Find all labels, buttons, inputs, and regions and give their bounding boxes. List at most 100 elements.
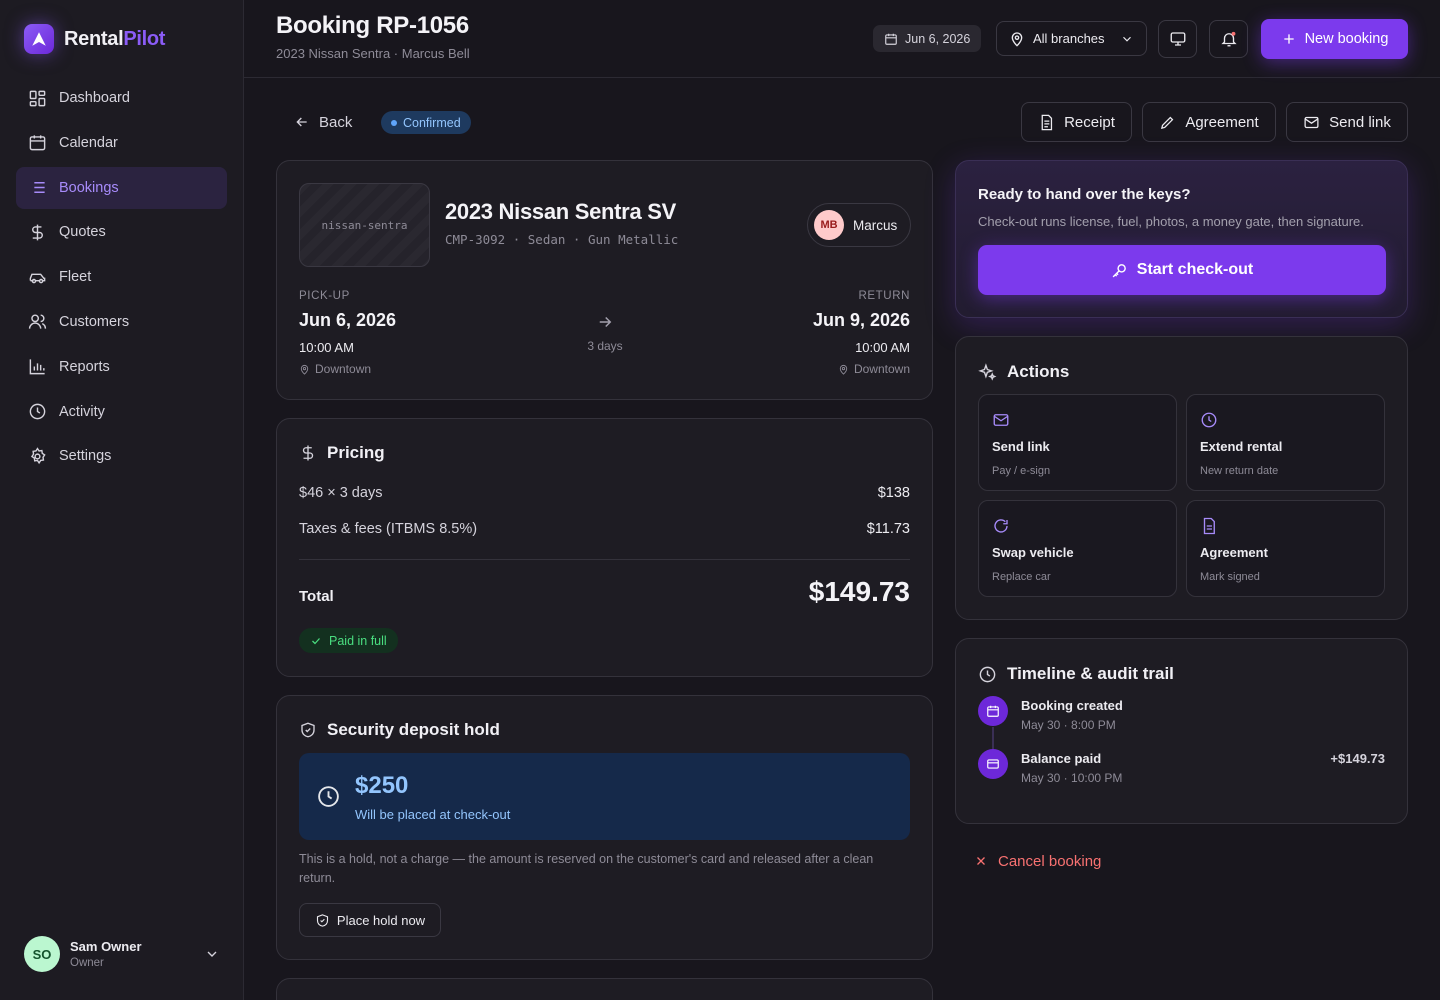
branch-select[interactable]: All branches xyxy=(996,21,1147,56)
date-pill-label: Jun 6, 2026 xyxy=(905,31,971,46)
avatar: MB xyxy=(814,210,844,240)
customer-chip[interactable]: MB Marcus xyxy=(807,203,911,247)
monitor-icon xyxy=(1169,30,1187,48)
sidebar-item-label: Customers xyxy=(59,313,130,330)
receipt-icon xyxy=(1038,114,1055,131)
sparkles-icon xyxy=(978,362,997,382)
receipt-button[interactable]: Receipt xyxy=(1021,102,1132,142)
action-swap-vehicle[interactable]: Swap vehicle Replace car xyxy=(978,500,1177,597)
chevron-down-icon[interactable] xyxy=(204,946,220,962)
back-button[interactable]: Back xyxy=(294,111,352,133)
brand[interactable]: RentalPilot xyxy=(24,24,165,54)
duration-label: 3 days xyxy=(587,339,623,353)
sidebar-item-reports[interactable]: Reports xyxy=(16,346,227,388)
total-value: $149.73 xyxy=(808,576,910,607)
customer-name: Marcus xyxy=(853,217,898,233)
deposit-header: Security deposit hold xyxy=(299,720,500,740)
timeline-event-amount: +$149.73 xyxy=(1330,751,1385,766)
send-link-button[interactable]: Send link xyxy=(1286,102,1408,142)
sidebar-item-activity[interactable]: Activity xyxy=(16,391,227,433)
timeline-connector xyxy=(992,727,994,749)
receipt-label: Receipt xyxy=(1064,113,1115,131)
sidebar-item-bookings[interactable]: Bookings xyxy=(16,166,227,209)
display-button[interactable] xyxy=(1158,20,1197,58)
agreement-button[interactable]: Agreement xyxy=(1142,102,1276,142)
sidebar-item-label: Bookings xyxy=(59,179,119,196)
dollar-icon xyxy=(28,223,47,242)
actions-header: Actions xyxy=(978,362,1069,382)
grid-icon xyxy=(28,89,47,108)
bell-icon xyxy=(1220,30,1238,48)
calendar-icon xyxy=(884,32,898,46)
sidebar-item-settings[interactable]: Settings xyxy=(16,435,227,477)
checkout-subtitle: Check-out runs license, fuel, photos, a … xyxy=(978,214,1364,229)
deposit-note: This is a hold, not a charge — the amoun… xyxy=(299,852,874,885)
chevron-down-icon xyxy=(1120,32,1134,46)
cancel-booking-button[interactable]: Cancel booking xyxy=(974,851,1101,871)
user-menu[interactable]: SO Sam Owner Owner xyxy=(24,936,220,972)
pencil-icon xyxy=(1159,114,1176,131)
vehicle-title: 2023 Nissan Sentra SV xyxy=(445,199,676,224)
sidebar-item-customers[interactable]: Customers xyxy=(16,301,227,343)
brand-logo-icon xyxy=(24,24,54,54)
back-label: Back xyxy=(319,113,353,131)
status-label: Confirmed xyxy=(403,115,461,130)
sidebar-item-label: Quotes xyxy=(59,224,106,241)
sidebar: RentalPilot Dashboard Calendar Bookings … xyxy=(0,0,244,1000)
clock-icon xyxy=(1200,411,1218,429)
place-hold-button[interactable]: Place hold now xyxy=(299,903,441,937)
document-icon xyxy=(1200,517,1218,535)
plus-icon xyxy=(1281,31,1297,47)
check-icon xyxy=(310,635,322,647)
divider xyxy=(299,559,910,560)
sidebar-item-label: Settings xyxy=(59,448,112,465)
checkout-title: Ready to hand over the keys? xyxy=(978,186,1191,203)
action-extend-rental[interactable]: Extend rental New return date xyxy=(1186,394,1385,491)
duration-block: 3 days xyxy=(575,313,635,353)
clock-icon xyxy=(978,665,997,684)
map-pin-icon xyxy=(1009,31,1025,47)
shield-icon xyxy=(299,721,317,739)
bar-chart-icon xyxy=(28,357,47,376)
timeline-event-title: Balance paid xyxy=(1021,751,1102,766)
pickup-location: Downtown xyxy=(299,362,396,376)
new-booking-button[interactable]: New booking xyxy=(1261,19,1408,59)
clock-icon xyxy=(316,784,341,809)
page-title: Booking RP-1056 xyxy=(276,12,469,39)
sidebar-item-label: Reports xyxy=(59,358,110,375)
user-name: Sam Owner xyxy=(70,939,142,954)
timeline-event-title: Booking created xyxy=(1021,698,1123,713)
date-pill[interactable]: Jun 6, 2026 xyxy=(873,25,982,52)
checkout-card: Ready to hand over the keys? Check-out r… xyxy=(955,160,1408,318)
start-checkout-button[interactable]: Start check-out xyxy=(978,245,1386,295)
action-send-link[interactable]: Send link Pay / e-sign xyxy=(978,394,1177,491)
branch-select-value: All branches xyxy=(1033,31,1105,46)
refresh-icon xyxy=(992,517,1010,535)
deposit-hold-box: $250 Will be placed at check-out xyxy=(299,753,910,840)
sidebar-item-quotes[interactable]: Quotes xyxy=(16,211,227,253)
mail-icon xyxy=(992,411,1010,429)
close-icon xyxy=(974,854,988,868)
actions-card: Actions Send link Pay / e-sign Extend re… xyxy=(955,336,1408,620)
gear-icon xyxy=(28,447,47,466)
sidebar-item-fleet[interactable]: Fleet xyxy=(16,256,227,298)
pickup-block: PICK-UP Jun 6, 2026 10:00 AM Downtown xyxy=(299,290,396,376)
agreement-label: Agreement xyxy=(1185,113,1259,131)
price-line-rate: $46 × 3 days $138 xyxy=(299,485,910,501)
pricing-card: Pricing $46 × 3 days $138 Taxes & fees (I… xyxy=(276,418,933,677)
notifications-button[interactable] xyxy=(1209,20,1248,58)
new-booking-label: New booking xyxy=(1304,31,1389,47)
pickup-date: Jun 6, 2026 xyxy=(299,310,397,330)
timeline-header: Timeline & audit trail xyxy=(978,664,1174,684)
send-link-label: Send link xyxy=(1329,113,1391,131)
timeline-event-time: May 30 · 10:00 PM xyxy=(1021,771,1123,785)
sidebar-item-label: Fleet xyxy=(59,269,92,286)
action-agreement[interactable]: Agreement Mark signed xyxy=(1186,500,1385,597)
pickup-label: PICK-UP xyxy=(299,290,350,302)
sidebar-item-calendar[interactable]: Calendar xyxy=(16,122,227,164)
sidebar-item-dashboard[interactable]: Dashboard xyxy=(16,77,227,119)
deposit-amount: $250 xyxy=(355,772,409,799)
timeline-card: Timeline & audit trail Booking created M… xyxy=(955,638,1408,824)
return-location: Downtown xyxy=(813,362,910,376)
paid-badge: Paid in full xyxy=(299,628,398,653)
